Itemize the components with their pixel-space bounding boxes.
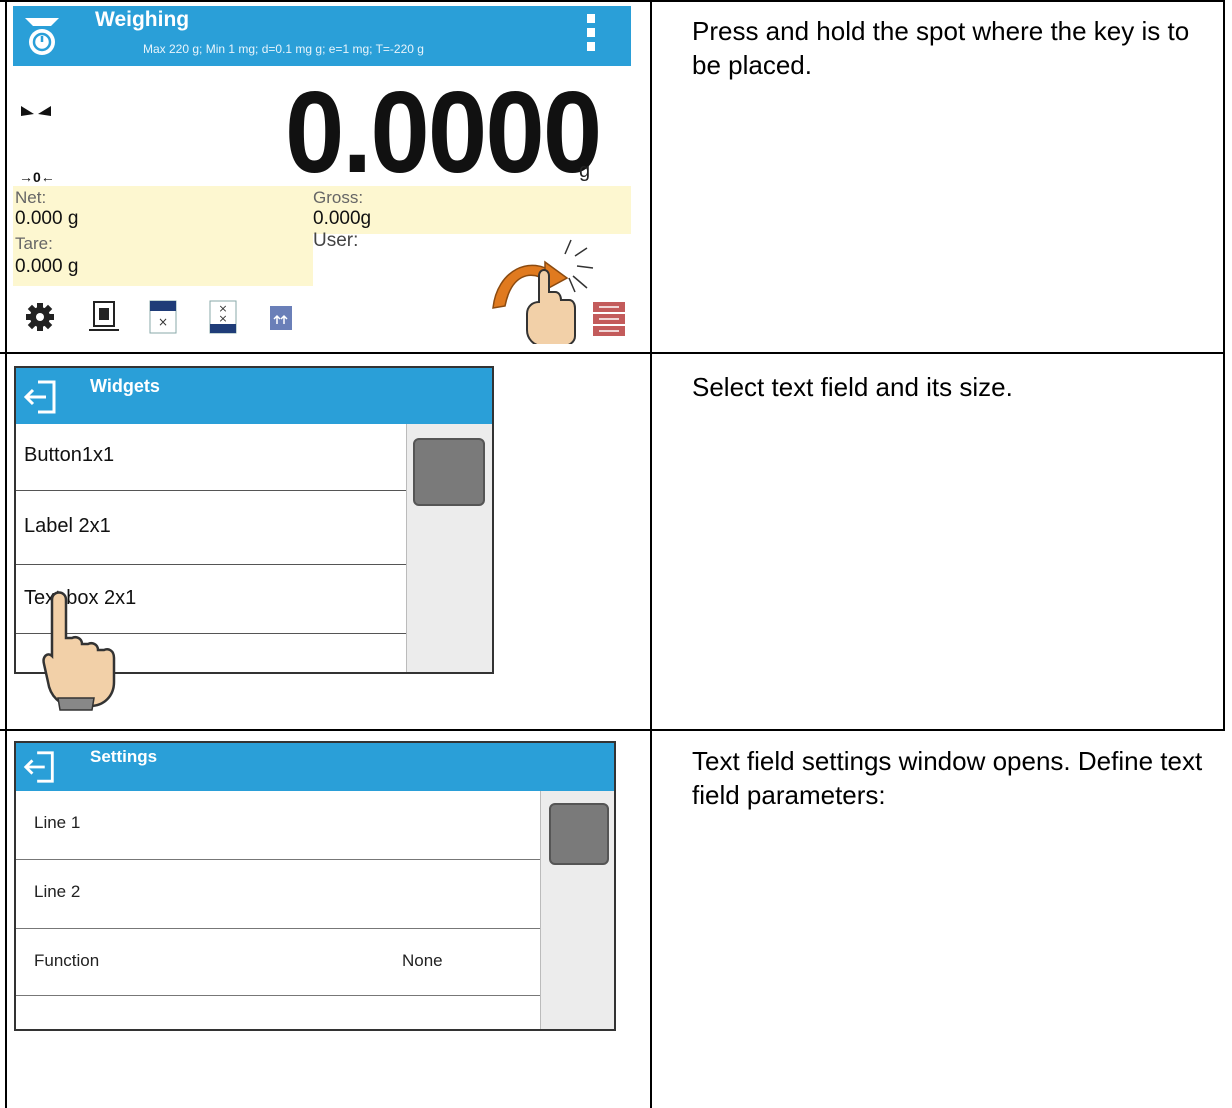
table-border-right bbox=[1223, 0, 1225, 729]
step-1-description: Press and hold the spot where the key is… bbox=[692, 16, 1190, 80]
settings-item-function[interactable]: Function None bbox=[16, 929, 540, 996]
weight-readout: 0.0000 bbox=[285, 67, 602, 197]
svg-text:×: × bbox=[218, 312, 227, 325]
settings-item-label: Function bbox=[34, 951, 100, 970]
settings-title: Settings bbox=[90, 747, 158, 766]
back-exit-icon[interactable] bbox=[22, 749, 58, 785]
step-2-description: Select text field and its size. bbox=[692, 372, 1013, 402]
widget-item-label: Button1x1 bbox=[24, 444, 115, 466]
settings-header: Settings bbox=[16, 743, 614, 791]
stability-icon bbox=[21, 106, 51, 116]
table-row-divider-2 bbox=[0, 729, 1225, 731]
widget-item-button[interactable]: Button1x1 bbox=[16, 424, 406, 491]
settings-item-blank[interactable] bbox=[16, 996, 540, 1029]
zero-indicator: →0← bbox=[19, 169, 55, 185]
widgets-title: Widgets bbox=[90, 376, 160, 396]
scale-icon bbox=[25, 18, 59, 55]
gross-label: Gross: bbox=[313, 188, 364, 207]
tare-button-icon[interactable] bbox=[88, 300, 120, 334]
weighing-header: Weighing Max 220 g; Min 1 mg; d=0.1 mg g… bbox=[13, 6, 631, 66]
weighing-subtitle: Max 220 g; Min 1 mg; d=0.1 mg g; e=1 mg;… bbox=[143, 42, 424, 56]
svg-text:×: × bbox=[158, 315, 168, 329]
user-label: User: bbox=[313, 230, 359, 251]
weight-unit: g bbox=[579, 160, 591, 182]
settings-scrollbar[interactable] bbox=[540, 791, 614, 1029]
table-border-left bbox=[5, 0, 7, 1108]
weighing-screen: Weighing Max 220 g; Min 1 mg; d=0.1 mg g… bbox=[13, 6, 631, 344]
settings-item-value: None bbox=[402, 951, 443, 970]
net-value: 0.000 g bbox=[15, 208, 79, 229]
mode-a-icon[interactable]: × bbox=[149, 300, 177, 334]
weighing-title: Weighing bbox=[95, 8, 190, 31]
settings-scroll-thumb[interactable] bbox=[549, 803, 609, 865]
tare-label: Tare: bbox=[15, 234, 53, 253]
table-border-top bbox=[0, 0, 1225, 2]
gross-value: 0.000g bbox=[313, 208, 372, 229]
table-row-divider-1 bbox=[0, 352, 1225, 354]
widgets-scroll-thumb[interactable] bbox=[413, 438, 485, 506]
settings-gear-icon[interactable] bbox=[25, 302, 55, 332]
widget-item-label: Label 2x1 bbox=[24, 515, 111, 537]
tare-value: 0.000 g bbox=[15, 256, 79, 277]
step-3-description: Text field settings window opens. Define… bbox=[692, 746, 1203, 810]
settings-item-line1[interactable]: Line 1 bbox=[16, 791, 540, 860]
tap-hand-icon bbox=[42, 591, 116, 711]
table-column-divider bbox=[650, 0, 652, 1108]
back-exit-icon[interactable] bbox=[22, 378, 60, 416]
settings-screen: Settings Line 1 Line 2 Function None bbox=[14, 741, 616, 1031]
press-and-hold-hand-icon bbox=[492, 239, 594, 344]
settings-item-label: Line 2 bbox=[34, 882, 81, 901]
widgets-header: Widgets bbox=[16, 368, 492, 424]
net-label: Net: bbox=[15, 188, 47, 207]
mode-b-icon[interactable]: × × bbox=[209, 300, 237, 334]
weighing-display: →0← 0.0000 g bbox=[13, 66, 631, 190]
settings-item-label: Line 1 bbox=[34, 813, 81, 832]
widget-item-label-2x1[interactable]: Label 2x1 bbox=[16, 491, 406, 565]
menu-icon[interactable] bbox=[587, 14, 595, 54]
settings-item-line2[interactable]: Line 2 bbox=[16, 860, 540, 929]
widgets-scrollbar[interactable] bbox=[406, 424, 492, 672]
mode-c-icon[interactable] bbox=[270, 306, 292, 330]
